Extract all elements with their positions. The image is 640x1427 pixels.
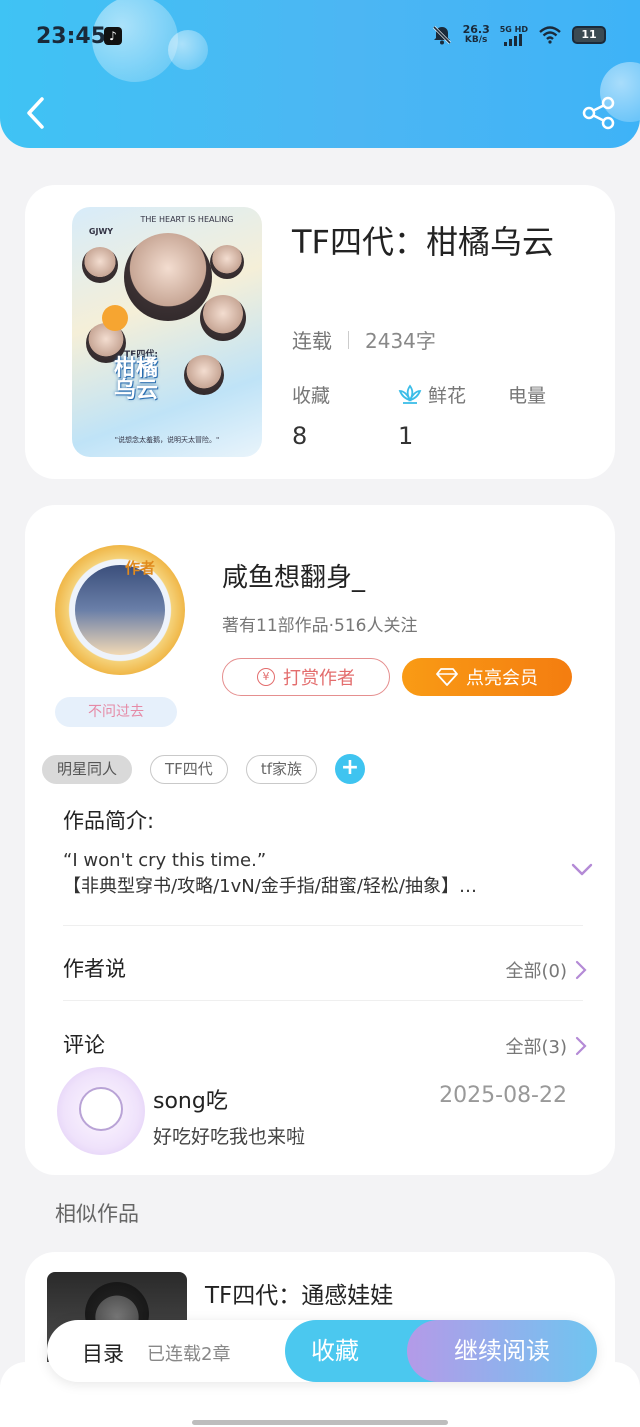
cover-portrait (210, 245, 244, 279)
book-meta: 连载 2434字 (292, 325, 436, 354)
cover-top-text: THE HEART IS HEALING (140, 215, 234, 224)
book-title: TF四代：柑橘乌云 (292, 223, 554, 261)
comment-text[interactable]: 好吃好吃我也来啦 (153, 1122, 305, 1149)
home-indicator[interactable] (192, 1420, 448, 1425)
similar-work-title: TF四代：通感娃娃 (205, 1283, 394, 1309)
wifi-icon (539, 26, 561, 44)
book-cover[interactable]: THE HEART IS HEALING GJWY TF四代: 柑橘乌云 "说想… (72, 207, 262, 457)
tag-item[interactable]: 明星同人 (42, 754, 133, 784)
serial-status: 已连载2章 (147, 1344, 231, 1365)
comments-link[interactable]: 全部(3) (506, 1033, 588, 1059)
author-avatar[interactable] (55, 545, 185, 675)
book-status: 连载 (292, 329, 332, 353)
cover-title: 柑橘乌云 (114, 355, 159, 403)
tiktok-icon: ♪ (104, 27, 122, 45)
decor-bubble (168, 30, 208, 70)
commenter-avatar[interactable] (57, 1067, 145, 1155)
cover-portrait (184, 355, 224, 395)
stat-favorites: 收藏 8 (292, 385, 331, 450)
back-button[interactable] (22, 94, 52, 132)
status-icons: 26.3 KB/s 5G HD 11 (431, 24, 606, 46)
fan-badge: 不问过去 (55, 697, 177, 727)
bottom-action-bar: 目录 已连载2章 收藏 继续阅读 (47, 1320, 597, 1382)
tag-item[interactable]: tf家族 (245, 754, 317, 784)
comment-date: 2025-08-22 (439, 1083, 567, 1108)
net-speed: 26.3 KB/s (462, 23, 490, 45)
author-card: 作者 不问过去 咸鱼想翻身_ 著有11部作品·516人关注 ¥ 打赏作者 点亮会… (25, 505, 615, 1175)
continue-reading-button[interactable]: 继续阅读 (407, 1320, 597, 1382)
similar-works-label: 相似作品 (55, 1202, 139, 1226)
expand-chevron-icon[interactable] (571, 863, 593, 877)
share-button[interactable] (582, 96, 616, 130)
divider (63, 925, 583, 926)
battery-icon: 11 (572, 26, 606, 44)
toc-button[interactable]: 目录 (82, 1338, 124, 1368)
cover-slogan: "说想念太羞鹅，说明天太冒险。" (114, 436, 220, 444)
word-count: 2434字 (365, 329, 436, 353)
orange-decor (102, 305, 128, 331)
intro-text[interactable]: “I won't cry this time.” 【非典型穿书/攻略/1vN/金… (63, 848, 543, 900)
diamond-icon (436, 668, 458, 686)
commenter-name[interactable]: song吃 (153, 1083, 228, 1115)
intro-title: 作品简介: (63, 809, 155, 833)
add-tag-button[interactable]: + (334, 754, 365, 784)
author-summary: 著有11部作品·516人关注 (222, 616, 418, 636)
comments-title: 评论 (63, 1033, 105, 1057)
tag-list: 明星同人 TF四代 tf家族 + (42, 754, 365, 784)
status-time: 23:45 (36, 24, 107, 49)
chevron-right-icon (575, 960, 587, 980)
cover-portrait (200, 295, 246, 341)
book-info-card: THE HEART IS HEALING GJWY TF四代: 柑橘乌云 "说想… (25, 185, 615, 479)
tag-item[interactable]: TF四代 (150, 754, 228, 784)
author-says-title: 作者说 (63, 957, 126, 981)
avatar-image (75, 565, 165, 655)
yen-icon: ¥ (257, 668, 275, 686)
author-name[interactable]: 咸鱼想翻身_ (222, 557, 365, 594)
cover-portrait (82, 247, 118, 283)
cover-portrait (124, 233, 212, 321)
signal-icon: 5G HD (500, 25, 528, 46)
mute-bell-icon (432, 25, 451, 45)
avatar-image (79, 1087, 123, 1131)
vip-button[interactable]: 点亮会员 (402, 658, 572, 696)
stat-flowers[interactable]: 鲜花 1 (398, 381, 466, 450)
lotus-icon (398, 383, 422, 404)
stat-power[interactable]: 电量 (508, 381, 546, 422)
chevron-right-icon (575, 1036, 587, 1056)
meta-divider (348, 330, 349, 349)
author-badge: 作者 (125, 559, 156, 577)
author-says-link[interactable]: 全部(0) (506, 957, 588, 983)
header: 23:45 ♪ 26.3 KB/s 5G HD 11 (0, 0, 640, 148)
tip-author-button[interactable]: ¥ 打赏作者 (222, 658, 390, 696)
divider (63, 1000, 583, 1001)
